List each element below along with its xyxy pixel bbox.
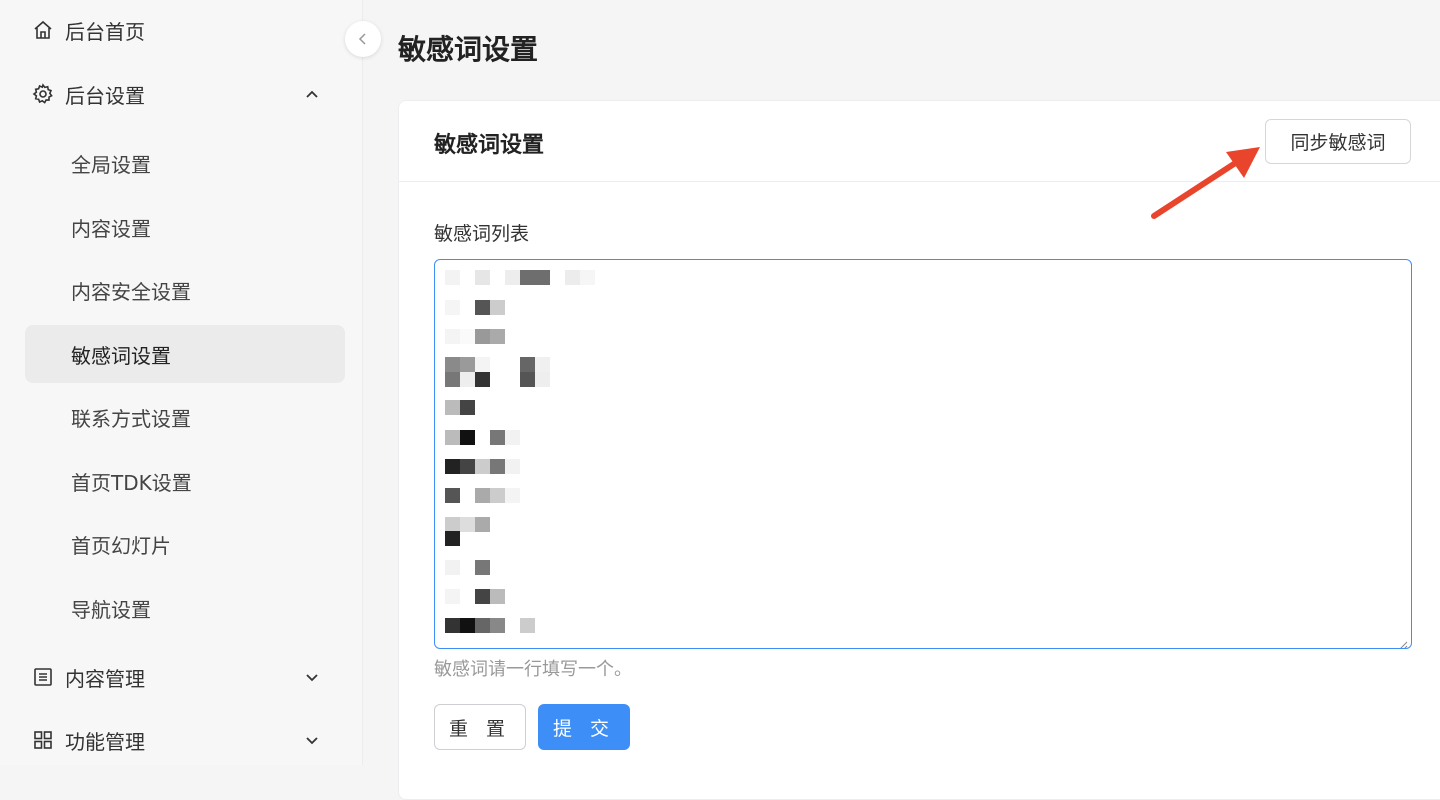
sensitive-words-card: 敏感词设置 同步敏感词 敏感词列表 敏感词请一行填写一个。 重 置 提 交 xyxy=(398,100,1440,800)
sidebar-item-label: 首页幻灯片 xyxy=(71,533,171,558)
sidebar-item-label: 导航设置 xyxy=(71,597,151,622)
redacted-text-line xyxy=(445,589,505,604)
card-header: 敏感词设置 同步敏感词 xyxy=(399,101,1440,182)
list-icon xyxy=(32,666,54,688)
sidebar-item-label: 内容设置 xyxy=(71,216,151,241)
reset-button[interactable]: 重 置 xyxy=(434,704,526,750)
sidebar-item-backend-settings[interactable]: 后台设置 xyxy=(0,64,363,124)
sync-sensitive-words-button[interactable]: 同步敏感词 xyxy=(1265,119,1411,164)
redacted-text-line xyxy=(445,618,535,633)
redacted-text-line xyxy=(445,357,550,372)
redacted-text-line xyxy=(445,560,490,575)
sidebar: 后台首页 后台设置 全局设置 内容设置 内容安全设置 敏感词设置 联系方式设置 … xyxy=(0,0,363,765)
redacted-text-line xyxy=(445,459,520,474)
redacted-text-line xyxy=(445,430,520,445)
sidebar-item-global-settings[interactable]: 全局设置 xyxy=(25,134,345,192)
sidebar-item-feature-management[interactable]: 功能管理 xyxy=(0,710,363,770)
grid-icon xyxy=(32,729,54,751)
chevron-up-icon xyxy=(302,84,322,104)
sidebar-item-label: 功能管理 xyxy=(65,729,145,754)
sidebar-item-label: 内容管理 xyxy=(65,666,145,691)
sidebar-item-label: 全局设置 xyxy=(71,152,151,177)
sensitive-words-textarea[interactable] xyxy=(434,259,1412,649)
field-hint: 敏感词请一行填写一个。 xyxy=(434,659,632,680)
sidebar-item-label: 内容安全设置 xyxy=(71,279,191,304)
sidebar-item-label: 首页TDK设置 xyxy=(71,470,192,495)
sidebar-collapse-button[interactable] xyxy=(345,21,381,57)
redacted-text-line xyxy=(445,488,520,503)
submit-button[interactable]: 提 交 xyxy=(538,704,630,750)
sensitive-words-list-label: 敏感词列表 xyxy=(434,223,530,245)
redacted-text-line xyxy=(445,270,595,285)
chevron-left-icon xyxy=(355,31,371,47)
sidebar-item-content-security-settings[interactable]: 内容安全设置 xyxy=(25,261,345,319)
redacted-text-line xyxy=(445,300,520,315)
sidebar-item-label: 敏感词设置 xyxy=(71,343,171,368)
sidebar-item-label: 联系方式设置 xyxy=(71,406,191,431)
sidebar-item-content-settings[interactable]: 内容设置 xyxy=(25,198,345,256)
annotation-arrow-icon xyxy=(1151,147,1260,219)
redacted-text-line xyxy=(445,531,460,546)
sidebar-item-sensitive-words[interactable]: 敏感词设置 xyxy=(25,325,345,383)
redacted-text-line xyxy=(445,329,505,344)
redacted-text-line xyxy=(445,517,490,532)
sidebar-item-content-management[interactable]: 内容管理 xyxy=(0,647,363,707)
sidebar-item-navigation-settings[interactable]: 导航设置 xyxy=(25,579,345,637)
redacted-text-line xyxy=(445,372,550,387)
sidebar-item-home-tdk-settings[interactable]: 首页TDK设置 xyxy=(25,452,345,510)
sidebar-item-home-slideshow[interactable]: 首页幻灯片 xyxy=(25,515,345,573)
sidebar-item-home[interactable]: 后台首页 xyxy=(0,0,363,60)
redacted-text-line xyxy=(445,400,475,415)
chevron-down-icon xyxy=(302,730,322,750)
page-title: 敏感词设置 xyxy=(398,33,539,66)
chevron-down-icon xyxy=(302,667,322,687)
sidebar-item-label: 后台首页 xyxy=(65,19,145,44)
sidebar-item-label: 后台设置 xyxy=(65,83,145,108)
resize-handle-icon[interactable] xyxy=(1398,635,1408,648)
sidebar-item-contact-settings[interactable]: 联系方式设置 xyxy=(25,388,345,446)
home-icon xyxy=(32,19,54,41)
gear-icon xyxy=(32,83,54,105)
card-title: 敏感词设置 xyxy=(434,133,545,158)
